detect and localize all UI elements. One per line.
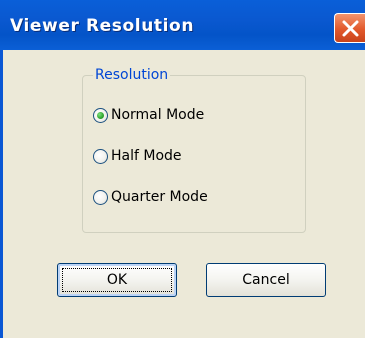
close-button[interactable]: [334, 13, 365, 43]
ok-button[interactable]: OK: [57, 263, 177, 297]
dialog-body: Resolution Normal Mode Half Mode Quarter…: [0, 50, 365, 338]
ok-button-label: OK: [106, 272, 128, 288]
radio-half-mode[interactable]: Half Mode: [93, 145, 182, 167]
radio-label-normal: Normal Mode: [111, 107, 205, 123]
title-bar[interactable]: Viewer Resolution: [0, 0, 365, 50]
radio-label-half: Half Mode: [111, 148, 182, 164]
radio-button-half[interactable]: [93, 148, 108, 164]
radio-normal-mode[interactable]: Normal Mode: [93, 104, 204, 126]
close-icon: [342, 20, 359, 37]
window-title: Viewer Resolution: [10, 16, 195, 36]
radio-selected-dot: [97, 111, 104, 119]
radio-quarter-mode[interactable]: Quarter Mode: [93, 186, 208, 208]
cancel-button-label: Cancel: [242, 272, 290, 288]
resolution-group-label: Resolution: [93, 66, 171, 84]
radio-button-quarter[interactable]: [93, 189, 108, 205]
resolution-groupbox: Resolution Normal Mode Half Mode Quarter…: [82, 66, 306, 233]
viewer-resolution-dialog: Viewer Resolution Resolution Normal Mode…: [0, 0, 365, 338]
radio-button-normal[interactable]: [93, 107, 108, 123]
radio-label-quarter: Quarter Mode: [111, 189, 208, 205]
cancel-button[interactable]: Cancel: [206, 263, 326, 297]
